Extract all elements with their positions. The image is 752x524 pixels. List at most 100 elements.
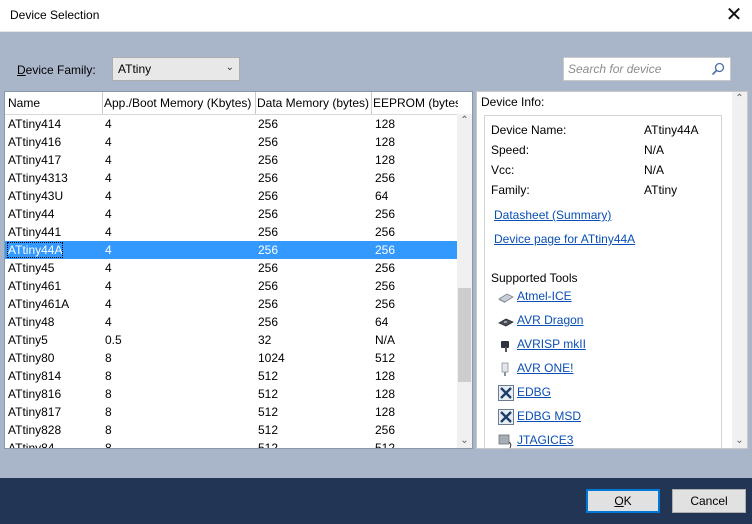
column-header-app-memory[interactable]: App./Boot Memory (Kbytes) [104,96,254,110]
cell-app-memory: 4 [105,135,112,149]
cell-eeprom: 512 [375,441,396,449]
device-page-link[interactable]: Device page for ATtiny44A [494,232,635,246]
table-row[interactable]: ATtiny416 4 256 128 [5,133,458,151]
table-scrollbar[interactable]: ⌃ ⌄ [457,114,472,448]
cell-app-memory: 4 [105,225,112,239]
cell-eeprom: N/A [375,333,396,347]
cell-app-memory: 4 [105,279,112,293]
info-scrollbar[interactable]: ⌃ ⌄ [732,92,747,448]
cell-name: ATtiny416 [8,135,62,149]
chevron-down-icon: ⌄ [225,62,234,73]
cell-app-memory: 0.5 [105,333,122,347]
scroll-up-icon[interactable]: ⌃ [732,92,747,106]
title-bar: Device Selection ✕ [0,0,752,32]
cell-name: ATtiny461 [8,279,62,293]
cell-app-memory: 4 [105,261,112,275]
scroll-down-icon[interactable]: ⌄ [457,434,472,448]
search-box[interactable] [563,57,731,81]
scroll-up-icon[interactable]: ⌃ [457,114,472,128]
tool-label: AVR Dragon [517,313,584,327]
table-row[interactable]: ATtiny461A 4 256 256 [5,295,458,313]
cell-eeprom: 256 [375,423,396,437]
device-info-header: Device Info: [481,95,545,109]
table-row[interactable]: ATtiny417 4 256 128 [5,151,458,169]
cell-data-memory: 512 [258,423,279,437]
device-family-value: ATtiny [118,62,152,76]
cell-eeprom: 256 [375,171,396,185]
table-row[interactable]: ATtiny43U 4 256 64 [5,187,458,205]
table-row[interactable]: ATtiny816 8 512 128 [5,385,458,403]
cell-data-memory: 256 [258,225,279,239]
cell-app-memory: 4 [105,315,112,329]
search-icon[interactable] [711,62,725,76]
cell-data-memory: 256 [258,261,279,275]
scrollbar-thumb[interactable] [458,288,471,382]
vcc-value: N/A [644,163,665,177]
cell-app-memory: 8 [105,387,112,401]
table-row[interactable]: ATtiny828 8 512 256 [5,421,458,439]
cell-name: ATtiny441 [8,225,62,239]
cell-app-memory: 8 [105,369,112,383]
cell-name: ATtiny828 [8,423,62,437]
cell-data-memory: 1024 [258,351,285,365]
cell-name: ATtiny817 [8,405,62,419]
table-row[interactable]: ATtiny441 4 256 256 [5,223,458,241]
cell-data-memory: 256 [258,189,279,203]
cell-name: ATtiny4313 [8,171,68,185]
device-info-box: Device Name: ATtiny44A Speed: N/A Vcc: N… [484,115,722,449]
cell-app-memory: 8 [105,351,112,365]
column-header-name[interactable]: Name [8,96,102,110]
search-input[interactable] [568,61,708,77]
column-header-data-memory[interactable]: Data Memory (bytes) [257,96,371,110]
tool-label: EDBG [517,385,552,399]
cell-name: ATtiny45 [8,261,55,275]
cell-data-memory: 256 [258,297,279,311]
window-title: Device Selection [10,8,100,22]
avr-one-icon [501,362,509,376]
tool-label: AVR ONE! [517,361,574,375]
cell-data-memory: 512 [258,441,279,449]
cell-data-memory: 256 [258,315,279,329]
avr-dragon-icon [498,318,514,327]
table-row[interactable]: ATtiny817 8 512 128 [5,403,458,421]
table-row[interactable]: ATtiny4313 4 256 256 [5,169,458,187]
datasheet-link[interactable]: Datasheet (Summary) [494,208,611,222]
cell-eeprom: 64 [375,189,389,203]
cell-data-memory: 256 [258,171,279,185]
cell-eeprom: 256 [375,297,396,311]
table-row[interactable]: ATtiny45 4 256 256 [5,259,458,277]
device-family-select[interactable]: ATtiny ⌄ [112,57,240,81]
cell-data-memory: 256 [258,153,279,167]
cell-app-memory: 4 [105,297,112,311]
avrisp-icon [501,341,509,352]
scroll-down-icon[interactable]: ⌄ [732,434,747,448]
cell-eeprom: 128 [375,387,396,401]
close-icon[interactable]: ✕ [722,3,746,27]
cell-name: ATtiny414 [8,117,62,131]
cell-name: ATtiny5 [8,333,48,347]
cell-data-memory: 256 [258,207,279,221]
edbg-msd-icon [498,409,514,425]
table-row[interactable]: ATtiny48 4 256 64 [5,313,458,331]
table-row[interactable]: ATtiny461 4 256 256 [5,277,458,295]
table-row[interactable]: ATtiny80 8 1024 512 [5,349,458,367]
device-family-label: Device Family: [17,63,96,77]
cell-name: ATtiny44 [8,207,55,221]
speed-label: Speed: [491,143,530,157]
cell-data-memory: 256 [258,243,279,257]
table-row[interactable]: ATtiny44A 4 256 256 [5,241,458,259]
ok-button[interactable]: OK [586,489,660,513]
table-row[interactable]: ATtiny5 0.5 32 N/A [5,331,458,349]
cell-eeprom: 128 [375,153,396,167]
table-row[interactable]: ATtiny44 4 256 256 [5,205,458,223]
cell-name: ATtiny816 [8,387,62,401]
table-row[interactable]: ATtiny814 8 512 128 [5,367,458,385]
table-row[interactable]: ATtiny414 4 256 128 [5,115,458,133]
cell-data-memory: 256 [258,135,279,149]
cancel-button[interactable]: Cancel [672,489,746,513]
cell-app-memory: 4 [105,153,112,167]
cell-data-memory: 32 [258,333,272,347]
table-row[interactable]: ATtiny84 8 512 512 [5,439,458,449]
supported-tools-header: Supported Tools [491,271,578,285]
column-header-eeprom[interactable]: EEPROM (bytes) [373,96,458,110]
